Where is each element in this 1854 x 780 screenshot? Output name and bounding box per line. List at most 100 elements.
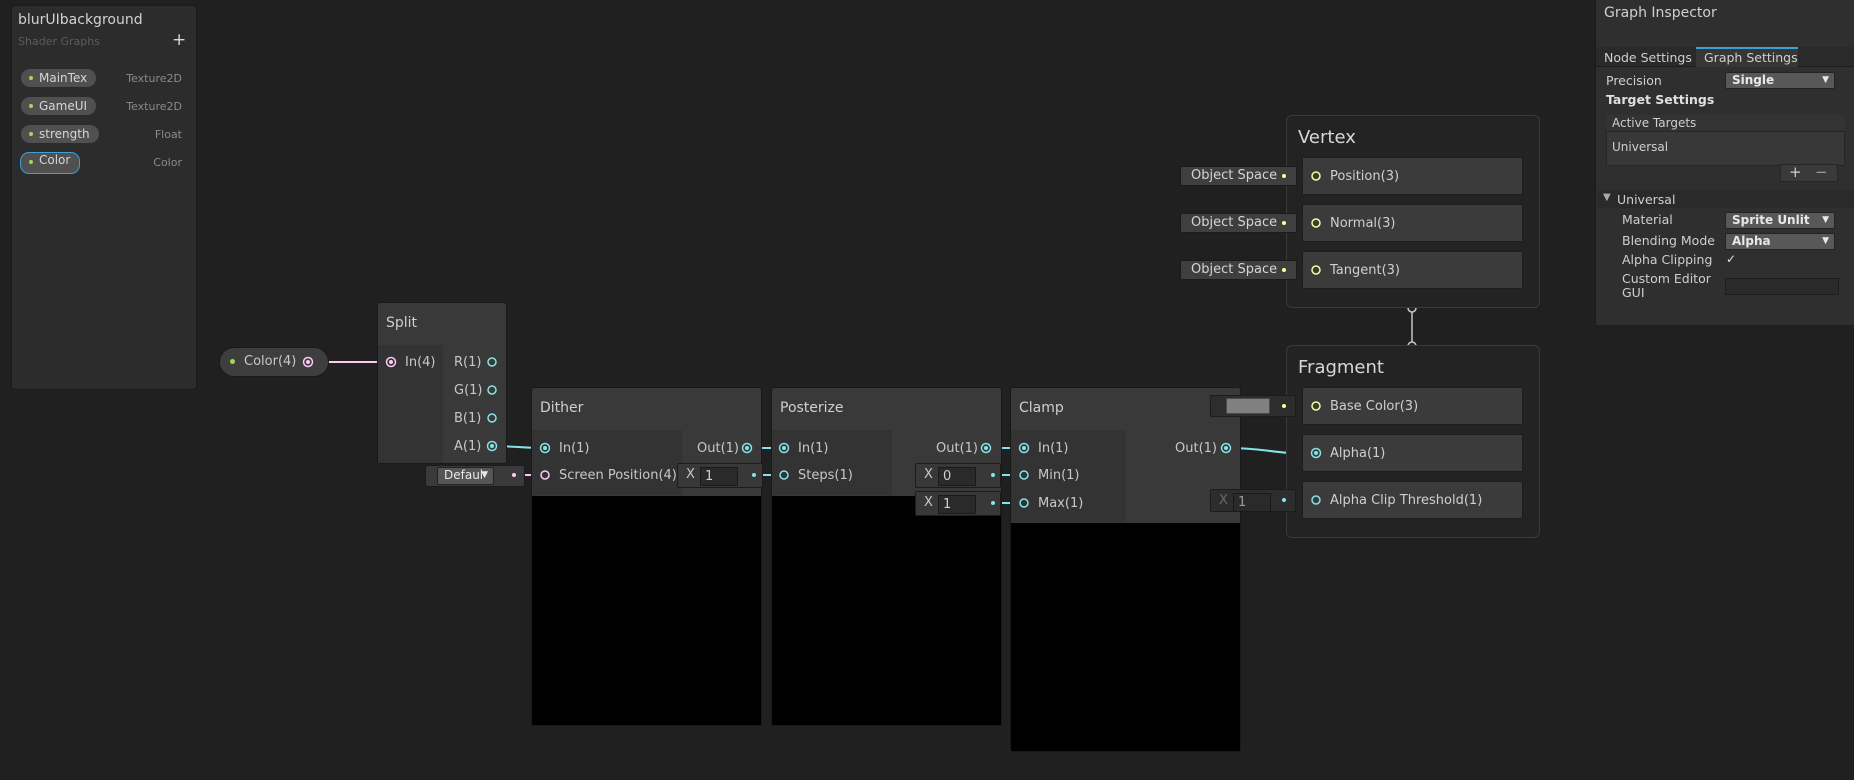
max-x-label: X <box>924 495 933 510</box>
base-color-port-icon[interactable] <box>1309 399 1323 413</box>
alpha-clip-port-icon[interactable] <box>1309 493 1323 507</box>
precision-dropdown[interactable]: Single ▼ <box>1725 72 1835 89</box>
remove-target-button[interactable]: − <box>1815 163 1828 181</box>
posterize-input-area <box>772 430 892 495</box>
vertex-tangent-label: Tangent(3) <box>1330 263 1400 278</box>
alpha-clipping-checkbox[interactable]: ✓ <box>1726 252 1736 266</box>
dropdown-caret-icon: ▼ <box>481 470 488 480</box>
property-pill-color[interactable]: Color <box>20 152 81 174</box>
posterize-in-port-icon[interactable] <box>777 441 791 455</box>
clamp-out-port-icon[interactable] <box>1219 441 1233 455</box>
blending-mode-dropdown[interactable]: Alpha ▼ <box>1725 233 1835 250</box>
tab-graph-settings[interactable]: Graph Settings <box>1704 50 1798 65</box>
alpha-port-icon[interactable] <box>1309 446 1323 460</box>
property-pill-strength[interactable]: strength <box>21 125 99 143</box>
split-a-port-icon[interactable] <box>485 439 499 453</box>
custom-editor-gui-input[interactable] <box>1725 278 1839 295</box>
blending-caret-icon: ▼ <box>1822 236 1829 246</box>
material-dropdown[interactable]: Sprite Unlit ▼ <box>1725 212 1835 229</box>
dither-in-port-icon[interactable] <box>538 441 552 455</box>
split-r-port-icon[interactable] <box>485 355 499 369</box>
position-port-icon[interactable] <box>1309 169 1323 183</box>
min-dot-icon <box>991 473 995 477</box>
posterize-steps-port-icon[interactable] <box>777 468 791 482</box>
foldout-triangle-icon[interactable]: ▼ <box>1603 192 1611 203</box>
clamp-max-label: Max(1) <box>1038 496 1084 511</box>
split-output-b: B(1) <box>454 411 482 426</box>
base-color-swatch[interactable] <box>1226 398 1270 414</box>
add-target-button[interactable]: + <box>1789 163 1802 181</box>
target-item-universal[interactable]: Universal <box>1612 140 1668 154</box>
split-output-a: A(1) <box>454 439 482 454</box>
precision-label: Precision <box>1606 73 1662 88</box>
posterize-preview <box>772 496 1001 725</box>
active-targets-label: Active Targets <box>1612 116 1697 130</box>
clamp-out-label: Out(1) <box>1175 441 1217 456</box>
min-x-label: X <box>924 467 933 482</box>
clamp-preview <box>1011 523 1240 751</box>
material-label: Material <box>1622 212 1673 227</box>
blackboard-subtitle: Shader Graphs <box>18 35 100 48</box>
target-settings-heading: Target Settings <box>1606 92 1715 107</box>
max-value-input[interactable]: 1 <box>938 495 976 514</box>
property-pill-maintex[interactable]: MainTex <box>21 69 97 87</box>
color-output-port-icon[interactable] <box>301 355 315 369</box>
alpha-clip-x-label: X <box>1219 493 1228 508</box>
blending-mode-label: Blending Mode <box>1622 233 1715 248</box>
fragment-context-title: Fragment <box>1298 357 1384 378</box>
screen-position-dot-icon <box>512 473 516 477</box>
precision-caret-icon: ▼ <box>1822 75 1829 85</box>
posterize-out-port-icon[interactable] <box>979 441 993 455</box>
alpha-clip-dot-icon <box>1282 498 1286 502</box>
max-dot-icon <box>991 501 995 505</box>
clamp-in-port-icon[interactable] <box>1017 441 1031 455</box>
steps-x-label: X <box>686 467 695 482</box>
dither-screenpos-port-icon[interactable] <box>538 468 552 482</box>
blackboard-panel[interactable] <box>11 5 197 390</box>
blending-mode-value: Alpha <box>1732 234 1771 248</box>
split-output-g: G(1) <box>454 383 483 398</box>
vertex-position-label: Position(3) <box>1330 169 1400 184</box>
dither-in-label: In(1) <box>559 441 590 456</box>
tangent-port-icon[interactable] <box>1309 263 1323 277</box>
blackboard-title: blurUIbackground <box>18 12 143 28</box>
dither-screenpos-label: Screen Position(4) <box>559 468 677 483</box>
color-property-label: Color(4) <box>244 354 297 369</box>
screen-position-mode-value: Defaul <box>444 468 484 482</box>
posterize-steps-label: Steps(1) <box>798 468 853 483</box>
property-type-strength: Float <box>154 128 182 141</box>
fragment-alpha-label: Alpha(1) <box>1330 446 1386 461</box>
screen-position-mode-dropdown[interactable]: Defaul ▼ <box>437 467 494 485</box>
custom-editor-label-gui: GUI <box>1622 285 1645 300</box>
dither-out-port-icon[interactable] <box>740 441 754 455</box>
custom-editor-label: Custom Editor <box>1622 271 1711 286</box>
property-type-gameui: Texture2D <box>126 100 182 113</box>
dither-preview <box>532 496 761 725</box>
base-color-dot-icon <box>1282 404 1286 408</box>
tab-node-settings[interactable]: Node Settings <box>1604 50 1692 65</box>
property-type-color: Color <box>153 156 182 169</box>
vertex-context-title: Vertex <box>1298 127 1356 148</box>
clamp-min-port-icon[interactable] <box>1017 468 1031 482</box>
split-g-port-icon[interactable] <box>485 383 499 397</box>
property-pill-gameui[interactable]: GameUI <box>21 97 97 115</box>
steps-value-input[interactable]: 1 <box>700 467 738 486</box>
normal-port-icon[interactable] <box>1309 216 1323 230</box>
alpha-clip-value-input[interactable]: 1 <box>1233 493 1271 512</box>
property-dot-icon <box>230 359 235 364</box>
inspector-title: Graph Inspector <box>1604 5 1717 21</box>
posterize-node-title: Posterize <box>780 400 844 416</box>
precision-value: Single <box>1732 73 1775 87</box>
min-value-input[interactable]: 0 <box>938 467 976 486</box>
posterize-in-label: In(1) <box>798 441 829 456</box>
clamp-max-port-icon[interactable] <box>1017 496 1031 510</box>
material-value: Sprite Unlit <box>1732 213 1810 227</box>
fragment-base-color-label: Base Color(3) <box>1330 399 1419 414</box>
split-input-port-icon[interactable] <box>384 355 398 369</box>
dither-input-area <box>532 430 682 495</box>
clamp-min-label: Min(1) <box>1038 468 1080 483</box>
add-property-button[interactable]: + <box>172 30 186 50</box>
steps-dot-icon <box>752 473 756 477</box>
split-b-port-icon[interactable] <box>485 411 499 425</box>
fragment-alpha-clip-label: Alpha Clip Threshold(1) <box>1330 493 1483 508</box>
